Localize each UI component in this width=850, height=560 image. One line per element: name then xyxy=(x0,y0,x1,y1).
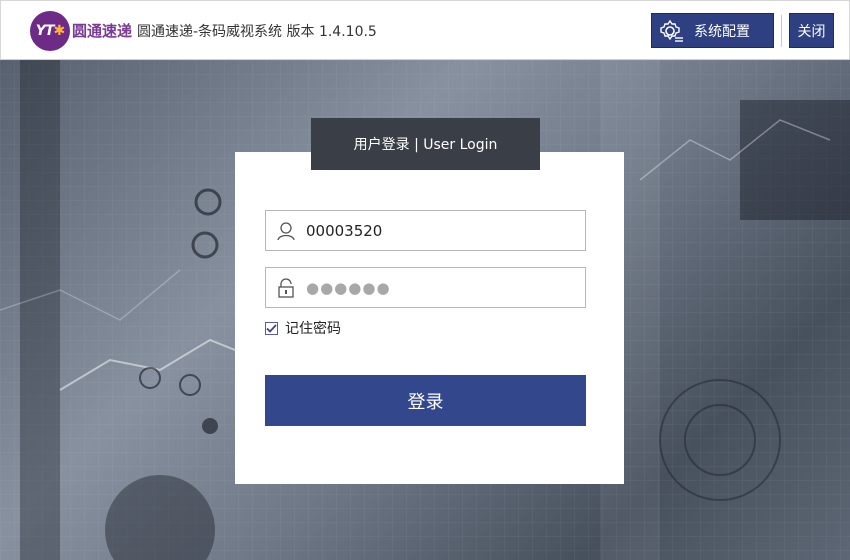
user-icon xyxy=(266,211,306,250)
gear-icon xyxy=(660,19,683,42)
logo-flame-icon: ✱ xyxy=(53,23,65,39)
yto-logo: YT✱ xyxy=(30,11,70,51)
remember-password[interactable]: 记住密码 xyxy=(265,318,341,338)
logo-text: YT xyxy=(35,23,55,39)
title-divider xyxy=(781,15,782,47)
login-tab-title: 用户登录 | User Login xyxy=(311,118,540,170)
system-config-label: 系统配置 xyxy=(694,23,750,40)
lock-icon xyxy=(266,268,306,307)
username-field[interactable]: 00003520 xyxy=(265,210,586,251)
title-bar: YT✱ 圆通速递 圆通速递-条码威视系统 版本 1.4.10.5 系统配置 关闭 xyxy=(0,0,850,60)
app-title: 圆通速递-条码威视系统 版本 1.4.10.5 xyxy=(137,24,377,40)
password-mask: ●●●●●● xyxy=(306,278,391,297)
checkbox-checked-icon[interactable] xyxy=(265,321,278,335)
password-field[interactable]: ●●●●●● xyxy=(265,267,586,308)
login-button[interactable]: 登录 xyxy=(265,375,586,426)
system-config-button[interactable]: 系统配置 xyxy=(651,13,774,48)
brand-name: 圆通速递 xyxy=(72,22,133,40)
remember-label: 记住密码 xyxy=(285,321,341,337)
username-value: 00003520 xyxy=(306,221,383,240)
close-button[interactable]: 关闭 xyxy=(789,13,834,48)
